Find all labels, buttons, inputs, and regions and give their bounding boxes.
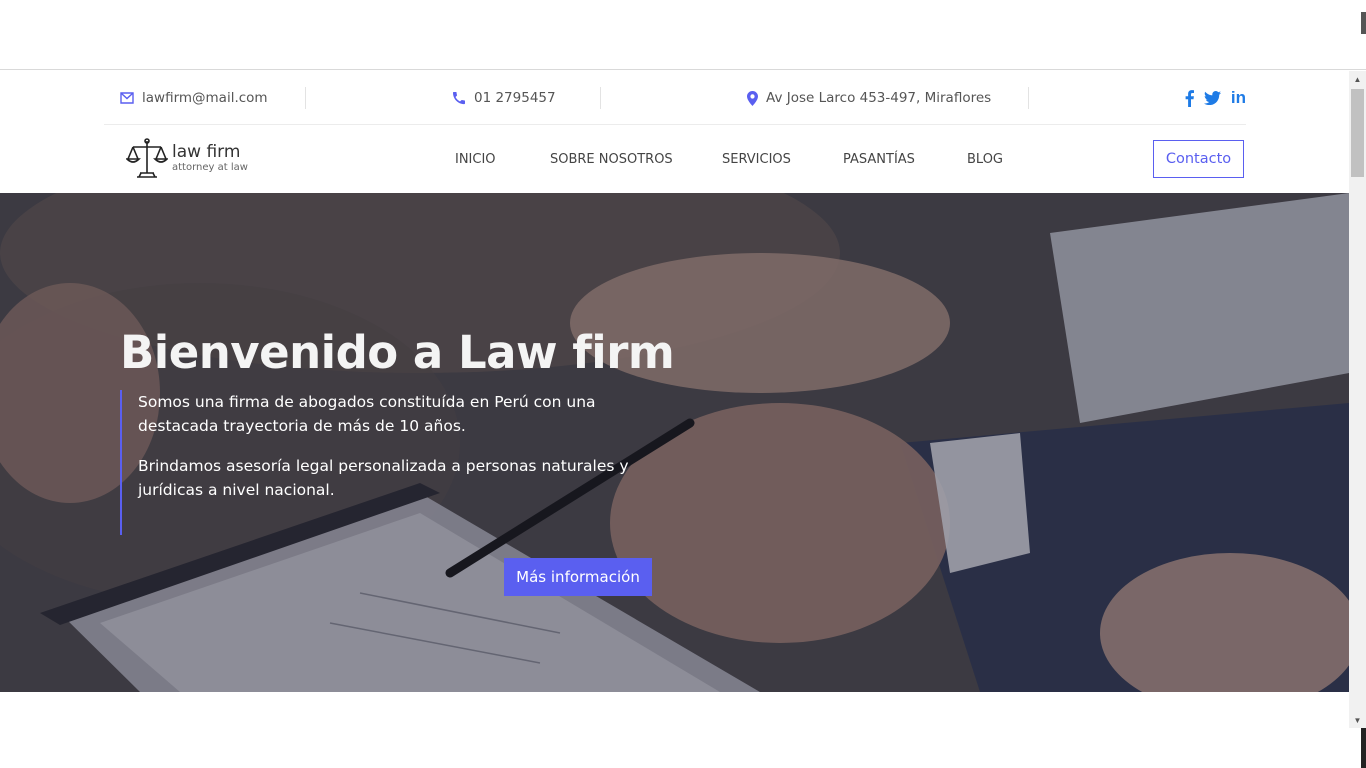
nav-item-inicio[interactable]: INICIO	[455, 125, 496, 193]
scroll-thumb[interactable]	[1351, 89, 1364, 177]
contact-button[interactable]: Contacto	[1153, 140, 1244, 178]
hero-title-bold: Law firm	[457, 326, 675, 379]
hero-title-prefix: Bienvenido a	[120, 326, 443, 379]
nav-item-blog[interactable]: BLOG	[967, 125, 1003, 193]
info-divider	[305, 87, 306, 109]
main-navbar: law firm attorney at law INICIO SOBRE NO…	[104, 125, 1246, 193]
email-info[interactable]: lawfirm@mail.com	[120, 71, 268, 125]
phone-icon	[453, 92, 465, 105]
envelope-icon	[120, 92, 134, 104]
nav-item-servicios[interactable]: SERVICIOS	[722, 125, 791, 193]
hero-paragraph-2: Brindamos asesoría legal personalizada a…	[138, 457, 629, 499]
logo-name: law firm	[172, 141, 241, 162]
hero-title: Bienvenido a Law firm	[120, 326, 675, 379]
hero-section: Bienvenido a Law firm Somos una firma de…	[0, 193, 1349, 692]
browser-top-area	[0, 0, 1366, 70]
logo-subtitle: attorney at law	[172, 161, 248, 173]
social-links: in	[1185, 71, 1246, 125]
map-marker-icon	[747, 90, 758, 106]
phone-text: 01 2795457	[474, 90, 556, 106]
more-info-button[interactable]: Más información	[504, 558, 652, 596]
phone-info[interactable]: 01 2795457	[452, 71, 556, 125]
address-text: Av Jose Larco 453-497, Miraflores	[766, 90, 992, 106]
info-divider	[1028, 87, 1029, 109]
logo[interactable]: law firm attorney at law	[126, 137, 248, 179]
email-text: lawfirm@mail.com	[142, 90, 268, 106]
scales-of-justice-icon	[126, 138, 168, 178]
page-scrollbar[interactable]: ▲ ▼	[1349, 71, 1366, 728]
nav-item-sobre-nosotros[interactable]: SOBRE NOSOTROS	[550, 125, 673, 193]
twitter-icon[interactable]	[1203, 91, 1221, 105]
hero-description: Somos una firma de abogados constituída …	[120, 390, 680, 535]
scroll-up-arrow-icon[interactable]: ▲	[1349, 71, 1366, 87]
hero-paragraph-1: Somos una firma de abogados constituída …	[138, 393, 596, 435]
page: lawfirm@mail.com 01 2795457 Av Jose Larc…	[0, 0, 1366, 768]
contact-info-bar: lawfirm@mail.com 01 2795457 Av Jose Larc…	[104, 71, 1246, 125]
info-divider	[600, 87, 601, 109]
website-viewport: lawfirm@mail.com 01 2795457 Av Jose Larc…	[0, 71, 1349, 768]
scroll-down-arrow-icon[interactable]: ▼	[1349, 712, 1366, 728]
window-edge-mark	[1361, 728, 1366, 768]
linkedin-icon[interactable]: in	[1231, 88, 1246, 108]
nav-item-pasantias[interactable]: PASANTÍAS	[843, 125, 915, 193]
address-info[interactable]: Av Jose Larco 453-497, Miraflores	[747, 71, 991, 125]
facebook-icon[interactable]	[1185, 89, 1194, 107]
window-corner-mark	[1361, 12, 1366, 34]
